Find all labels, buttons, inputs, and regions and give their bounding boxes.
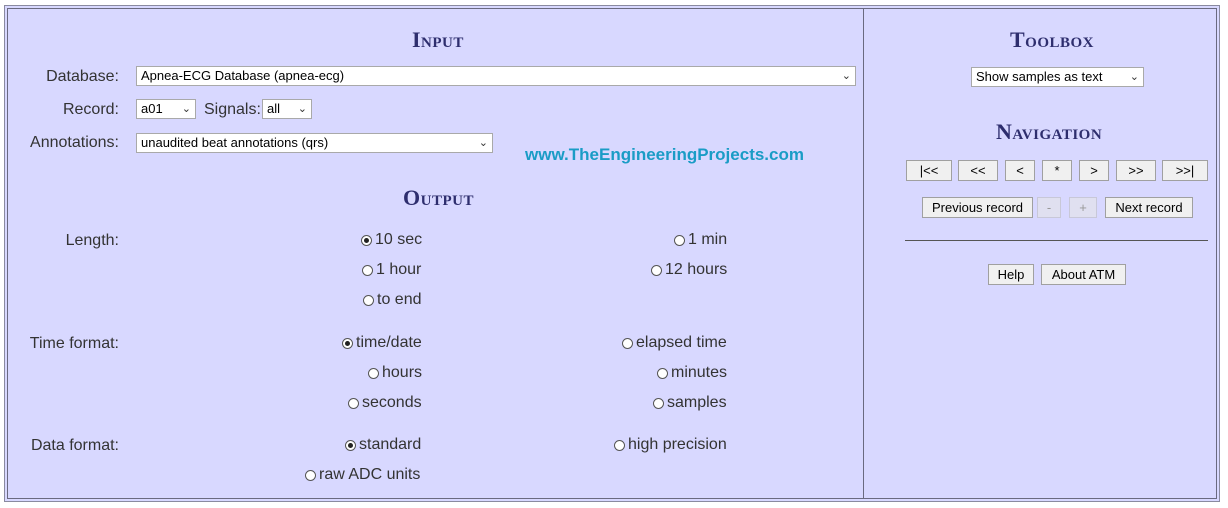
watermark-text: www.TheEngineeringProjects.com bbox=[525, 145, 804, 164]
toolbox-select-value: Show samples as text bbox=[976, 69, 1103, 84]
radio-checked-icon bbox=[342, 337, 353, 349]
length-radio-10sec[interactable]: 10 sec bbox=[361, 231, 422, 249]
nav-center-button[interactable]: * bbox=[1042, 160, 1072, 181]
time-format-radio-time-date[interactable]: time/date bbox=[342, 334, 422, 352]
nav-back-far-button[interactable]: << bbox=[958, 160, 998, 181]
separator-line bbox=[905, 240, 1208, 241]
data-format-radio-standard[interactable]: standard bbox=[345, 436, 421, 454]
signals-select[interactable]: all ⌄ bbox=[262, 99, 312, 119]
chevron-down-icon: ⌄ bbox=[478, 137, 488, 149]
record-value: a01 bbox=[141, 101, 163, 116]
database-select[interactable]: Apnea-ECG Database (apnea-ecg) ⌄ bbox=[136, 66, 856, 86]
nav-back-button[interactable]: < bbox=[1005, 160, 1035, 181]
nav-forward-button[interactable]: > bbox=[1079, 160, 1109, 181]
chevron-down-icon: ⌄ bbox=[1129, 71, 1139, 83]
record-label: Record: bbox=[62, 101, 119, 118]
nav-last-button[interactable]: >>| bbox=[1162, 160, 1208, 181]
minus-button[interactable]: - bbox=[1037, 197, 1061, 218]
nav-first-button[interactable]: |<< bbox=[906, 160, 952, 181]
input-heading: Input bbox=[412, 27, 464, 52]
record-select[interactable]: a01 ⌄ bbox=[136, 99, 196, 119]
about-atm-button[interactable]: About ATM bbox=[1041, 264, 1126, 285]
radio-checked-icon bbox=[361, 234, 372, 246]
annotations-label: Annotations: bbox=[30, 134, 119, 151]
chevron-down-icon: ⌄ bbox=[841, 70, 851, 82]
radio-checked-icon bbox=[345, 439, 356, 451]
time-format-label: Time format: bbox=[29, 335, 119, 352]
database-value: Apnea-ECG Database (apnea-ecg) bbox=[141, 68, 345, 83]
radio-unchecked-icon bbox=[368, 367, 379, 379]
radio-unchecked-icon bbox=[614, 439, 625, 451]
length-radio-1min[interactable]: 1 min bbox=[674, 231, 727, 249]
length-label: Length: bbox=[65, 232, 119, 249]
annotations-value: unaudited beat annotations (qrs) bbox=[141, 135, 329, 150]
radio-unchecked-icon bbox=[348, 397, 359, 409]
time-format-radio-elapsed[interactable]: elapsed time bbox=[622, 334, 727, 352]
time-format-radio-hours[interactable]: hours bbox=[368, 364, 422, 382]
toolbox-select[interactable]: Show samples as text ⌄ bbox=[971, 67, 1144, 87]
radio-unchecked-icon bbox=[305, 469, 316, 481]
time-format-radio-minutes[interactable]: minutes bbox=[657, 364, 727, 382]
next-record-button[interactable]: Next record bbox=[1105, 197, 1193, 218]
radio-unchecked-icon bbox=[674, 234, 685, 246]
data-format-radio-high-precision[interactable]: high precision bbox=[614, 436, 727, 454]
time-format-radio-samples[interactable]: samples bbox=[653, 394, 727, 412]
data-format-label: Data format: bbox=[30, 437, 119, 454]
length-radio-1hour[interactable]: 1 hour bbox=[362, 261, 421, 279]
radio-unchecked-icon bbox=[362, 264, 373, 276]
radio-unchecked-icon bbox=[657, 367, 668, 379]
radio-unchecked-icon bbox=[363, 294, 374, 306]
toolbox-heading: Toolbox bbox=[1010, 27, 1095, 52]
time-format-radio-seconds[interactable]: seconds bbox=[348, 394, 422, 412]
length-radio-12hours[interactable]: 12 hours bbox=[651, 261, 727, 279]
radio-unchecked-icon bbox=[622, 337, 633, 349]
length-radio-to-end[interactable]: to end bbox=[363, 291, 421, 309]
navigation-heading: Navigation bbox=[996, 119, 1103, 144]
chevron-down-icon: ⌄ bbox=[181, 103, 191, 115]
data-format-radio-raw-adc[interactable]: raw ADC units bbox=[305, 466, 420, 484]
previous-record-button[interactable]: Previous record bbox=[922, 197, 1033, 218]
plus-button[interactable]: + bbox=[1069, 197, 1097, 218]
annotations-select[interactable]: unaudited beat annotations (qrs) ⌄ bbox=[136, 133, 493, 153]
nav-forward-far-button[interactable]: >> bbox=[1116, 160, 1156, 181]
signals-label: Signals: bbox=[204, 101, 261, 118]
chevron-down-icon: ⌄ bbox=[297, 103, 307, 115]
signals-value: all bbox=[267, 101, 281, 116]
help-button[interactable]: Help bbox=[988, 264, 1034, 285]
output-heading: Output bbox=[403, 185, 474, 210]
radio-unchecked-icon bbox=[653, 397, 664, 409]
radio-unchecked-icon bbox=[651, 264, 662, 276]
panel-divider bbox=[863, 8, 864, 499]
database-label: Database: bbox=[46, 68, 119, 85]
